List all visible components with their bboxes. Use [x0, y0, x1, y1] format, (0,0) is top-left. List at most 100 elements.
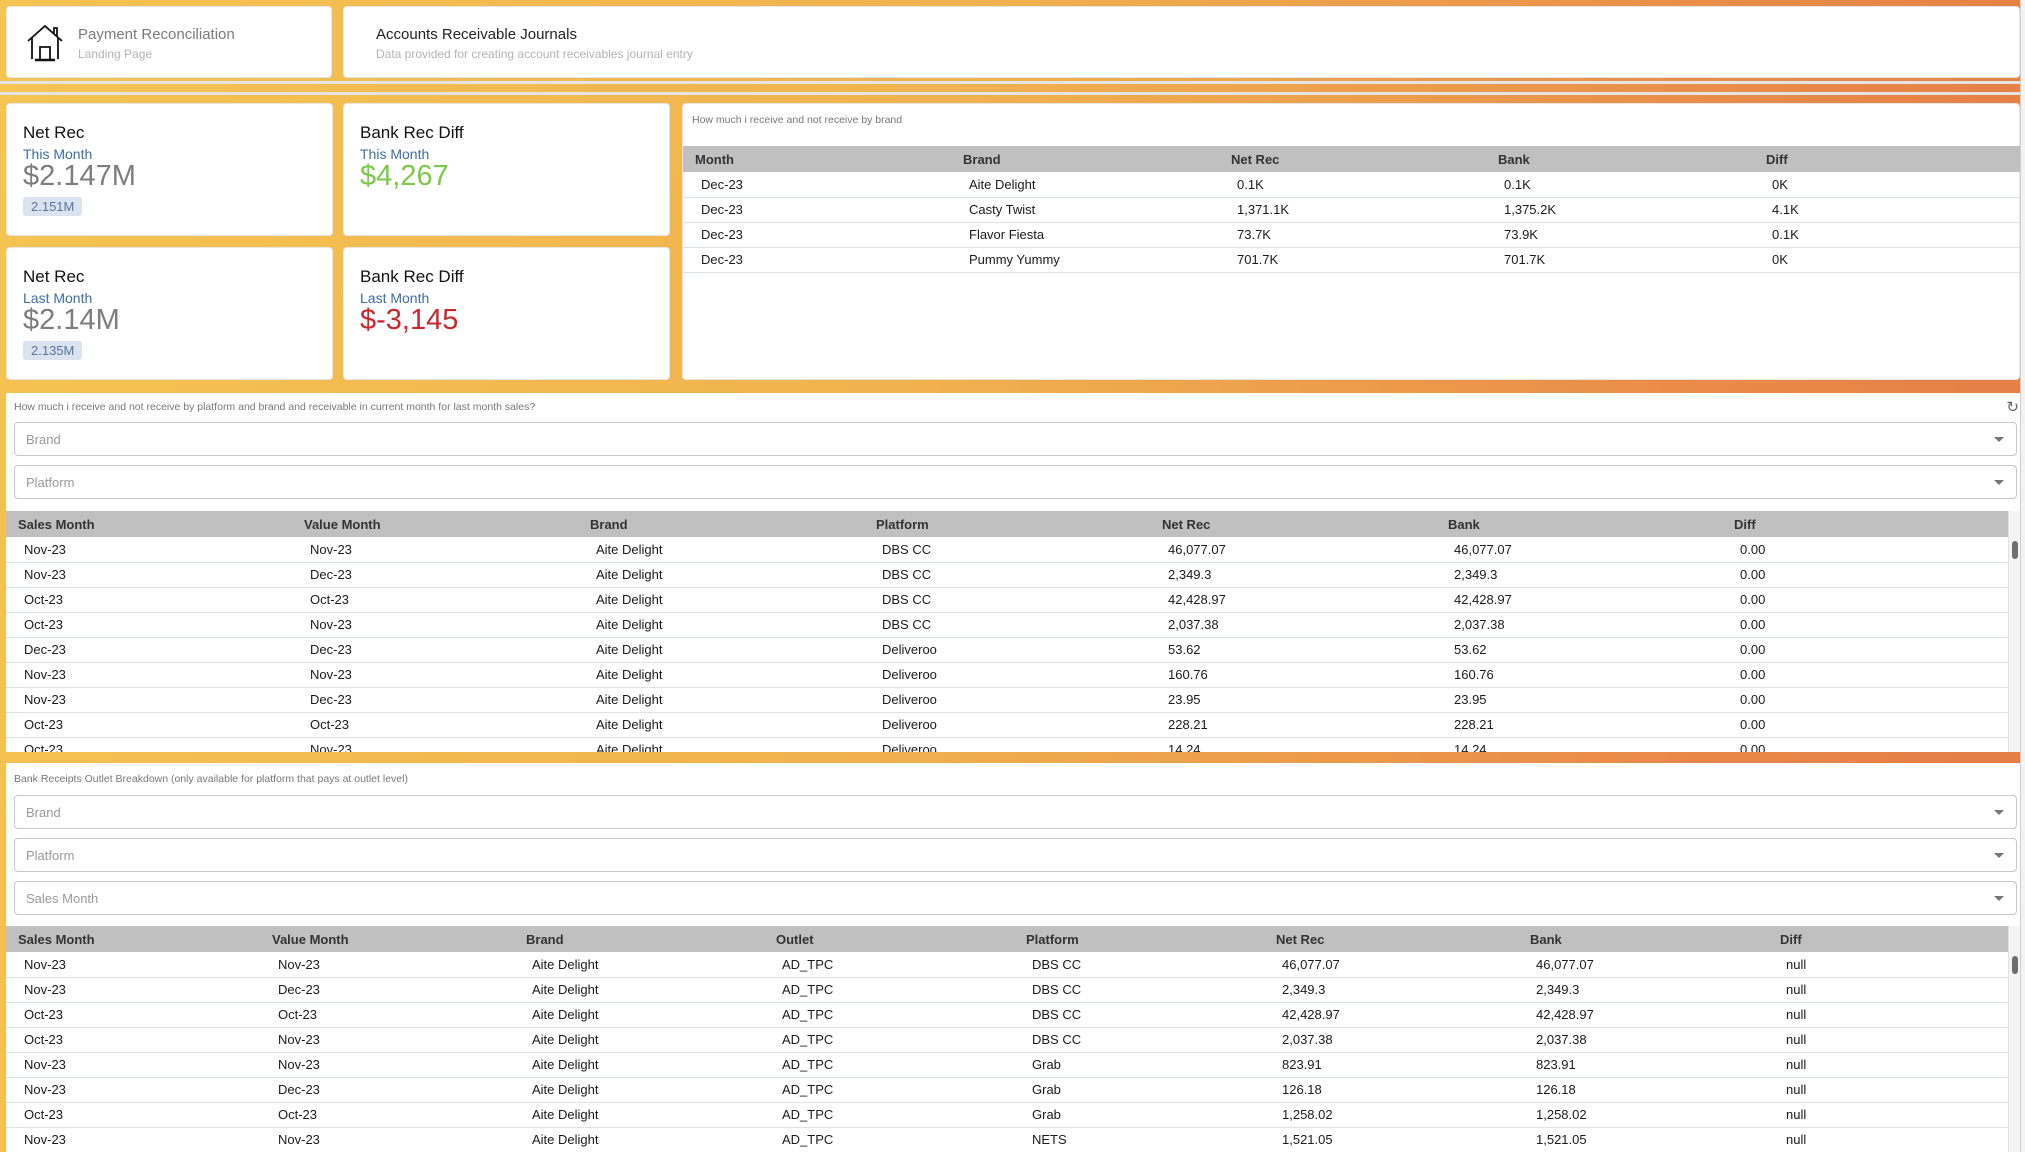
column-header[interactable]: Month	[683, 146, 951, 172]
table-cell: Aite Delight	[514, 1077, 764, 1103]
table-cell: Oct-23	[292, 712, 578, 738]
table-cell: Nov-23	[292, 537, 578, 563]
table-row[interactable]: Nov-23 Nov-23 Aite Delight AD_TPC Grab 823.91…	[6, 1052, 2008, 1078]
table-row[interactable]: Nov-23 Dec-23 Aite Delight AD_TPC DBS CC 2,34…	[6, 977, 2008, 1003]
table-row[interactable]: Nov-23 Dec-23 Aite Delight DBS CC 2,349.3 2,3…	[6, 562, 2008, 588]
platform-filter-dropdown[interactable]: Platform	[14, 838, 2017, 872]
table-cell: 0K	[1754, 172, 2020, 198]
outlet-breakdown-table: Sales Month Value Month Brand Outlet Pla…	[6, 926, 2008, 1152]
column-header[interactable]: Value Month	[260, 926, 514, 952]
kpi-title: Bank Rec Diff	[360, 267, 464, 286]
journal-subtitle: Data provided for creating account recei…	[376, 47, 693, 61]
brand-filter-dropdown[interactable]: Brand	[14, 422, 2017, 456]
table-cell: DBS CC	[1014, 1002, 1264, 1028]
table-scrollbar[interactable]	[2008, 511, 2020, 752]
column-header[interactable]: Outlet	[764, 926, 1014, 952]
scrollbar-thumb[interactable]	[2012, 541, 2018, 559]
column-header[interactable]: Diff	[1754, 146, 2020, 172]
dropdown-placeholder: Platform	[26, 475, 75, 490]
table-cell: 42,428.97	[1150, 587, 1436, 613]
column-header[interactable]: Net Rec	[1150, 511, 1436, 537]
panel-caption: Bank Receipts Outlet Breakdown (only ava…	[14, 773, 408, 785]
table-row[interactable]: Nov-23 Nov-23 Aite Delight AD_TPC NETS 1,521.…	[6, 1127, 2008, 1152]
column-header[interactable]: Sales Month	[6, 926, 260, 952]
table-cell: 228.21	[1436, 712, 1722, 738]
table-cell: 1,258.02	[1264, 1102, 1518, 1128]
table-cell: 0.1K	[1754, 222, 2020, 248]
column-header[interactable]: Brand	[514, 926, 764, 952]
table-row[interactable]: Dec-23 Aite Delight 0.1K 0.1K 0K	[683, 172, 2020, 198]
table-cell: 0.00	[1722, 712, 2008, 738]
column-header[interactable]: Platform	[1014, 926, 1264, 952]
column-header[interactable]: Net Rec	[1219, 146, 1486, 172]
table-cell: Casty Twist	[951, 197, 1219, 223]
kpi-title: Net Rec	[23, 123, 85, 142]
table-cell: AD_TPC	[764, 1102, 1014, 1128]
table-cell: null	[1768, 1077, 2008, 1103]
column-header[interactable]: Diff	[1722, 511, 2008, 537]
table-row[interactable]: Nov-23 Nov-23 Aite Delight Deliveroo 160.76 1…	[6, 662, 2008, 688]
table-cell: Flavor Fiesta	[951, 222, 1219, 248]
table-cell: Dec-23	[292, 687, 578, 713]
table-cell: Aite Delight	[514, 1002, 764, 1028]
table-row[interactable]: Dec-23 Dec-23 Aite Delight Deliveroo 53.62 53…	[6, 637, 2008, 663]
table-cell: 2,349.3	[1518, 977, 1768, 1003]
sales-month-filter-dropdown[interactable]: Sales Month	[14, 881, 2017, 915]
table-row[interactable]: Nov-23 Dec-23 Aite Delight AD_TPC Grab 126.18…	[6, 1077, 2008, 1103]
kpi-value: $-3,145	[360, 304, 459, 336]
table-row[interactable]: Nov-23 Dec-23 Aite Delight Deliveroo 23.95 23…	[6, 687, 2008, 713]
table-cell: 0.00	[1722, 662, 2008, 688]
table-row[interactable]: Nov-23 Nov-23 Aite Delight DBS CC 46,077.07 4…	[6, 537, 2008, 563]
table-row[interactable]: Oct-23 Nov-23 Aite Delight Deliveroo 14.24 14…	[6, 737, 2008, 752]
column-header[interactable]: Brand	[951, 146, 1219, 172]
column-header[interactable]: Sales Month	[6, 511, 292, 537]
table-cell: 0.00	[1722, 637, 2008, 663]
table-cell: Oct-23	[260, 1102, 514, 1128]
table-cell: Dec-23	[260, 977, 514, 1003]
table-row[interactable]: Oct-23 Oct-23 Aite Delight AD_TPC DBS CC 42,4…	[6, 1002, 2008, 1028]
table-row[interactable]: Oct-23 Oct-23 Aite Delight DBS CC 42,428.97 4…	[6, 587, 2008, 613]
journal-header-card[interactable]: Accounts Receivable Journals Data provid…	[343, 6, 2020, 78]
table-cell: 14.24	[1150, 737, 1436, 752]
table-row[interactable]: Oct-23 Nov-23 Aite Delight DBS CC 2,037.38 2,…	[6, 612, 2008, 638]
panel-caption: How much i receive and not receive by pl…	[14, 401, 536, 413]
column-header[interactable]: Net Rec	[1264, 926, 1518, 952]
scrollbar-thumb[interactable]	[2012, 956, 2018, 974]
table-cell: 0.1K	[1486, 172, 1754, 198]
table-cell: Deliveroo	[864, 737, 1150, 752]
table-cell: Pummy Yummy	[951, 247, 1219, 273]
table-scrollbar[interactable]	[2008, 926, 2020, 1152]
kpi-card-bank-rec-diff-this-month: Bank Rec Diff This Month $4,267	[343, 103, 670, 236]
platform-filter-dropdown[interactable]: Platform	[14, 465, 2017, 499]
column-header[interactable]: Bank	[1436, 511, 1722, 537]
table-row[interactable]: Dec-23 Flavor Fiesta 73.7K 73.9K 0.1K	[683, 222, 2020, 248]
column-header[interactable]: Diff	[1768, 926, 2008, 952]
table-row[interactable]: Nov-23 Nov-23 Aite Delight AD_TPC DBS CC 46,0…	[6, 952, 2008, 978]
table-row[interactable]: Oct-23 Nov-23 Aite Delight AD_TPC DBS CC 2,03…	[6, 1027, 2008, 1053]
column-header[interactable]: Brand	[578, 511, 864, 537]
table-row[interactable]: Oct-23 Oct-23 Aite Delight AD_TPC Grab 1,258.…	[6, 1102, 2008, 1128]
table-cell: 42,428.97	[1436, 587, 1722, 613]
brand-filter-dropdown[interactable]: Brand	[14, 795, 2017, 829]
outlet-table-scroll: Sales Month Value Month Brand Outlet Pla…	[6, 926, 2020, 1152]
column-header[interactable]: Value Month	[292, 511, 578, 537]
table-cell: Oct-23	[6, 587, 292, 613]
table-cell: Grab	[1014, 1077, 1264, 1103]
table-cell: Deliveroo	[864, 687, 1150, 713]
table-cell: Nov-23	[6, 687, 292, 713]
home-nav-card[interactable]: Payment Reconciliation Landing Page	[6, 6, 332, 78]
table-row[interactable]: Dec-23 Pummy Yummy 701.7K 701.7K 0K	[683, 247, 2020, 273]
table-row[interactable]: Dec-23 Casty Twist 1,371.1K 1,375.2K 4.1K	[683, 197, 2020, 223]
table-cell: Aite Delight	[514, 1027, 764, 1053]
table-cell: 2,037.38	[1264, 1027, 1518, 1053]
table-cell: Dec-23	[260, 1077, 514, 1103]
column-header[interactable]: Bank	[1486, 146, 1754, 172]
table-row[interactable]: Oct-23 Oct-23 Aite Delight Deliveroo 228.21 2…	[6, 712, 2008, 738]
column-header[interactable]: Bank	[1518, 926, 1768, 952]
table-cell: 0.00	[1722, 537, 2008, 563]
refresh-icon[interactable]: ↻	[2006, 398, 2019, 416]
table-cell: 0.00	[1722, 612, 2008, 638]
page-scrollbar[interactable]	[2020, 0, 2025, 1152]
column-header[interactable]: Platform	[864, 511, 1150, 537]
table-header-row: Sales Month Value Month Brand Outlet Pla…	[6, 926, 2008, 952]
